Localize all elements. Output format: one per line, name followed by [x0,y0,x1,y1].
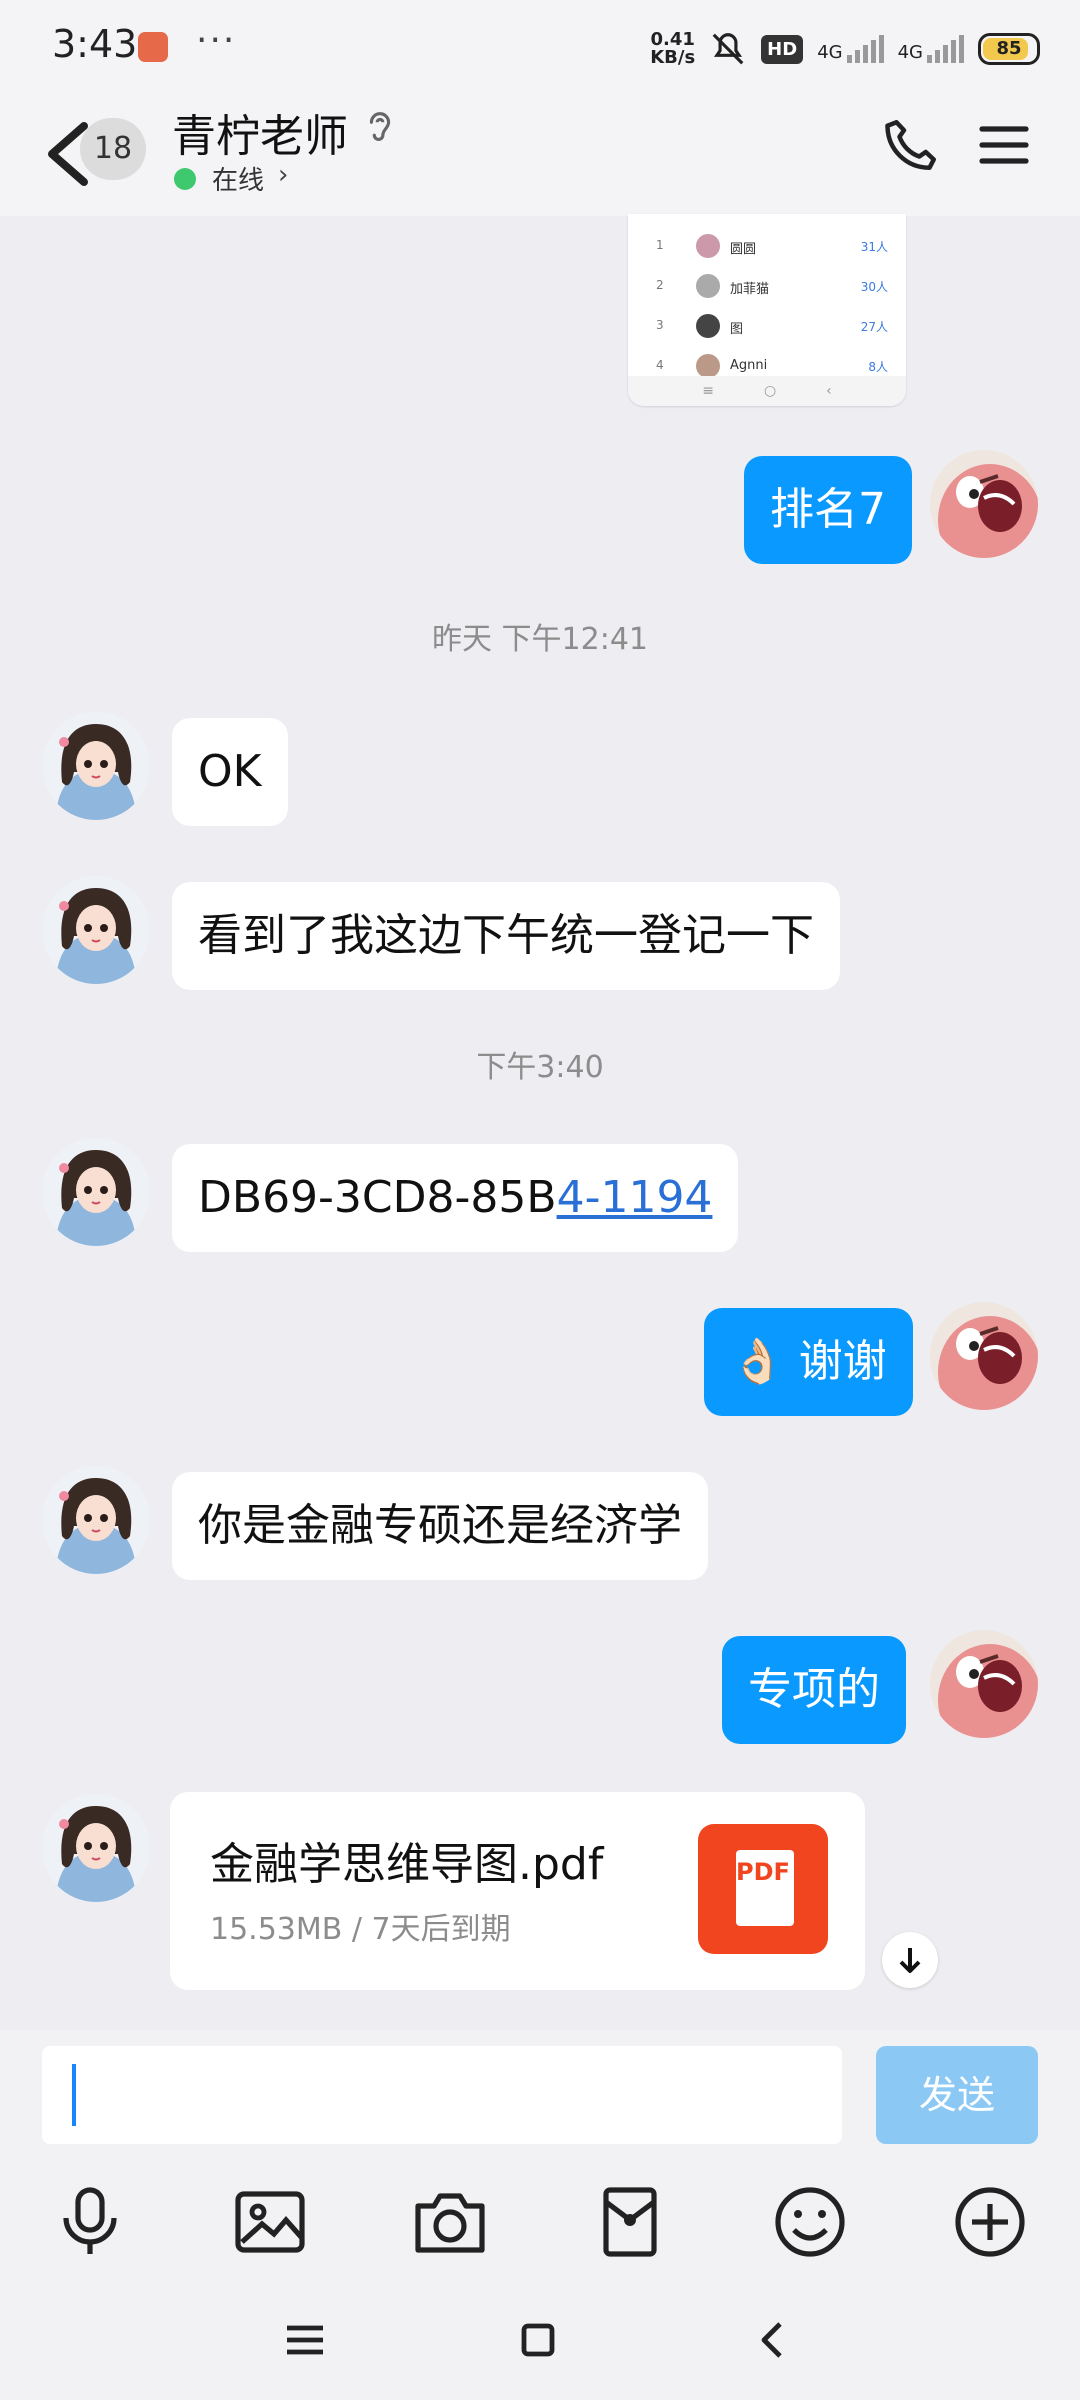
file-meta: 15.53MB / 7天后到期 [210,1912,511,1947]
hd-voice-icon: HD [761,34,804,64]
battery-icon: 85 [978,33,1040,65]
ranking-row: 3 图 27人 [648,312,888,342]
my-avatar[interactable] [930,1630,1038,1738]
incoming-message[interactable]: 你是金融专硕还是经济学 [172,1472,708,1580]
outgoing-message[interactable]: 👌🏻 谢谢 [704,1308,913,1416]
message-input[interactable] [42,2046,842,2144]
send-button[interactable]: 发送 [876,2046,1038,2144]
status-bar: 3:43 ··· 0.41 KB/s HD 4G 4G 85 [0,0,1080,96]
ranking-row: 1 圆圆 31人 [648,232,888,262]
camera-icon[interactable] [410,2182,490,2262]
signal-1: 4G [817,35,884,63]
image-icon[interactable] [230,2182,310,2262]
mute-icon [712,33,744,65]
text-caret [72,2064,76,2126]
clock: 3:43 [52,22,138,66]
recents-icon[interactable] [275,2310,335,2370]
contact-avatar[interactable] [42,712,150,820]
signal-2: 4G [898,35,964,63]
timestamp: 昨天 下午12:41 [432,622,648,657]
incoming-message[interactable]: OK [172,718,288,826]
app-notification-icon [138,32,168,62]
network-speed: 0.41 KB/s [650,29,696,68]
online-status-dot [174,168,196,190]
more-notifications-icon: ··· [196,20,237,61]
chevron-right-icon[interactable]: › [278,160,288,190]
outgoing-message[interactable]: 专项的 [722,1636,906,1744]
ranking-row: 2 加菲猫 30人 [648,272,888,302]
contact-avatar[interactable] [42,1466,150,1574]
status-indicators: 0.41 KB/s HD 4G 4G 85 [650,26,1040,72]
unread-badge[interactable]: 18 [80,118,146,180]
shared-ranking-screenshot[interactable]: 1 圆圆 31人 2 加菲猫 30人 3 图 27人 4 Agnni 8人 ≡ ○… [628,214,906,406]
contact-avatar[interactable] [42,876,150,984]
phone-number-link[interactable]: 4-1194 [557,1172,713,1223]
system-navigation-bar [0,2290,1080,2400]
contact-avatar[interactable] [42,1138,150,1246]
timestamp: 下午3:40 [476,1050,604,1085]
pdf-file-icon: PDF [698,1824,828,1954]
microphone-icon[interactable] [50,2182,130,2262]
menu-icon[interactable] [978,122,1030,168]
presence-status[interactable]: 在线 [212,160,264,197]
earpiece-mode-icon[interactable] [362,108,398,148]
outgoing-message[interactable]: 排名7 [744,456,912,564]
contact-name[interactable]: 青柠老师 [172,100,348,164]
screenshot-nav-bar: ≡ ○ ‹ [628,376,906,406]
emoji-icon[interactable] [770,2182,850,2262]
home-icon[interactable] [508,2310,568,2370]
phone-call-icon[interactable] [880,116,940,176]
incoming-message[interactable]: DB69-3CD8-85B4-1194 [172,1144,739,1252]
back-icon[interactable] [744,2310,804,2370]
contact-avatar[interactable] [42,1794,150,1902]
my-avatar[interactable] [930,1302,1038,1410]
red-packet-icon[interactable] [590,2182,670,2262]
my-avatar[interactable] [930,450,1038,558]
plus-icon[interactable] [950,2182,1030,2262]
incoming-message[interactable]: 看到了我这边下午统一登记一下 [172,882,840,990]
file-name: 金融学思维导图.pdf [210,1839,604,1890]
file-message[interactable]: 金融学思维导图.pdf 15.53MB / 7天后到期 PDF [170,1792,865,1990]
scroll-to-bottom-icon[interactable] [882,1932,938,1988]
